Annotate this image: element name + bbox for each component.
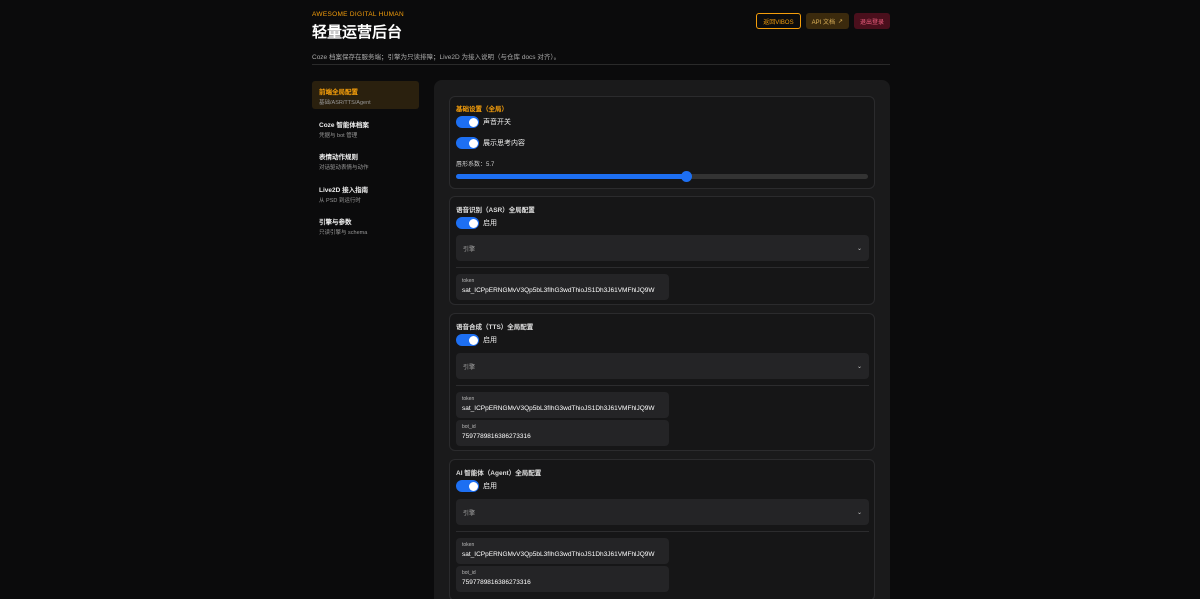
agent-engine-select[interactable]: 引擎 ⌄ (456, 499, 869, 525)
sidebar: 前端全局配置 基础/ASR/TTS/Agent Coze 智能体档案 凭据与 b… (312, 81, 419, 244)
asr-engine-placeholder: 引擎 (463, 246, 476, 253)
api-docs-button[interactable]: API 文档 ↗ (805, 13, 849, 29)
back-label: 返回VIBOS (763, 19, 794, 26)
sidebar-item-live2d-guide[interactable]: Live2D 接入指南 从 PSD 到运行时 (312, 179, 419, 207)
tts-title: 语音合成（TTS）全局配置 (456, 324, 534, 331)
thinking-toggle-row: 展示思考内容 (456, 137, 525, 149)
back-button[interactable]: 返回VIBOS (756, 13, 801, 29)
sidebar-item-coze-profiles[interactable]: Coze 智能体档案 凭据与 bot 管理 (312, 114, 419, 142)
chevron-down-icon: ⌄ (856, 245, 862, 252)
logout-label: 退出登录 (859, 19, 884, 26)
sound-toggle[interactable] (456, 116, 479, 128)
asr-token-label: token (462, 278, 475, 284)
tts-enable-label: 启用 (483, 337, 497, 344)
sidebar-item-sub: 从 PSD 到运行时 (319, 197, 361, 204)
page-header: AWESOME DIGITAL HUMAN 轻量运营后台 Coze 档案保存在服… (312, 11, 890, 61)
tts-enable-row: 启用 (456, 334, 497, 346)
agent-token-label: token (462, 542, 475, 548)
tts-card: 语音合成（TTS）全局配置 启用 引擎 ⌄ token sat_ICPpERNG… (449, 313, 875, 451)
asr-enable-row: 启用 (456, 217, 497, 229)
asr-separator (456, 267, 869, 268)
external-link-icon: ↗ (837, 18, 843, 25)
agent-card: AI 智能体（Agent）全局配置 启用 引擎 ⌄ token sat_ICPp… (449, 459, 875, 599)
tts-botid-label: bot_id (462, 424, 476, 430)
agent-enable-label: 启用 (483, 483, 497, 490)
tts-separator (456, 385, 869, 386)
thinking-toggle[interactable] (456, 137, 479, 149)
sidebar-item-title: Coze 智能体档案 (319, 121, 369, 129)
logout-button[interactable]: 退出登录 (853, 13, 890, 29)
config-panel: 基础设置（全局） 声音开关 展示思考内容 唇形系数：5.7 语音识别（ASR）全… (434, 80, 890, 599)
sidebar-item-title: 表情动作规则 (319, 154, 358, 161)
asr-token-value: sat_ICPpERNGMvV3Qp5bL3fIhG3wdThioJS1Dh3J… (462, 287, 655, 294)
slider-handle[interactable] (681, 171, 693, 182)
lip-sync-slider[interactable] (456, 171, 868, 182)
sidebar-item-title: 前端全局配置 (319, 89, 358, 96)
agent-botid-value: 7597789816386273316 (462, 579, 531, 586)
sidebar-item-engines[interactable]: 引擎与参数 只读引擎与 schema (312, 211, 419, 239)
chevron-down-icon: ⌄ (856, 363, 862, 370)
sidebar-item-sub: 凭据与 bot 管理 (319, 132, 358, 139)
asr-title: 语音识别（ASR）全局配置 (456, 207, 535, 214)
agent-separator (456, 531, 869, 532)
sidebar-item-title: Live2D 接入指南 (319, 186, 369, 194)
sidebar-item-sub: 基础/ASR/TTS/Agent (319, 100, 371, 106)
agent-botid-label: bot_id (462, 570, 476, 576)
thinking-label: 展示思考内容 (483, 140, 525, 147)
agent-token-field[interactable]: token sat_ICPpERNGMvV3Qp5bL3fIhG3wdThioJ… (456, 538, 669, 564)
chevron-down-icon: ⌄ (856, 509, 862, 516)
header-divider (312, 64, 890, 65)
agent-title: AI 智能体（Agent）全局配置 (456, 470, 542, 477)
asr-engine-select[interactable]: 引擎 ⌄ (456, 235, 869, 261)
basic-settings-title: 基础设置（全局） (456, 106, 508, 113)
asr-card: 语音识别（ASR）全局配置 启用 引擎 ⌄ token sat_ICPpERNG… (449, 196, 875, 305)
tts-engine-select[interactable]: 引擎 ⌄ (456, 353, 869, 379)
agent-enable-toggle[interactable] (456, 480, 479, 492)
sidebar-item-sub: 对话驱动表情与动作 (319, 165, 369, 171)
sound-toggle-row: 声音开关 (456, 116, 511, 128)
tts-botid-field[interactable]: bot_id 7597789816386273316 (456, 420, 669, 446)
tts-token-field[interactable]: token sat_ICPpERNGMvV3Qp5bL3fIhG3wdThioJ… (456, 392, 669, 418)
asr-enable-toggle[interactable] (456, 217, 479, 229)
page-subtitle: Coze 档案保存在服务端；引擎为只读排障；Live2D 为接入说明（与仓库 d… (312, 54, 561, 61)
sidebar-item-sub: 只读引擎与 schema (319, 230, 368, 236)
agent-token-value: sat_ICPpERNGMvV3Qp5bL3fIhG3wdThioJS1Dh3J… (462, 551, 655, 558)
tts-botid-value: 7597789816386273316 (462, 433, 531, 440)
api-label: API 文档 (811, 19, 835, 26)
sidebar-item-expression-rules[interactable]: 表情动作规则 对话驱动表情与动作 (312, 146, 419, 174)
header-actions: 返回VIBOS API 文档 ↗ 退出登录 (756, 13, 890, 29)
basic-settings-card: 基础设置（全局） 声音开关 展示思考内容 唇形系数：5.7 (449, 96, 875, 189)
sidebar-item-title: 引擎与参数 (319, 219, 352, 226)
tts-enable-toggle[interactable] (456, 334, 479, 346)
asr-token-field[interactable]: token sat_ICPpERNGMvV3Qp5bL3fIhG3wdThioJ… (456, 274, 669, 300)
agent-enable-row: 启用 (456, 480, 497, 492)
lip-sync-label: 唇形系数：5.7 (456, 162, 495, 168)
slider-fill (456, 174, 687, 179)
asr-enable-label: 启用 (483, 220, 497, 227)
agent-engine-placeholder: 引擎 (463, 510, 476, 517)
sidebar-item-frontend-config[interactable]: 前端全局配置 基础/ASR/TTS/Agent (312, 81, 419, 109)
tts-engine-placeholder: 引擎 (463, 364, 476, 371)
sound-label: 声音开关 (483, 119, 511, 126)
tts-token-value: sat_ICPpERNGMvV3Qp5bL3fIhG3wdThioJS1Dh3J… (462, 405, 655, 412)
agent-botid-field[interactable]: bot_id 7597789816386273316 (456, 566, 669, 592)
tts-token-label: token (462, 396, 475, 402)
